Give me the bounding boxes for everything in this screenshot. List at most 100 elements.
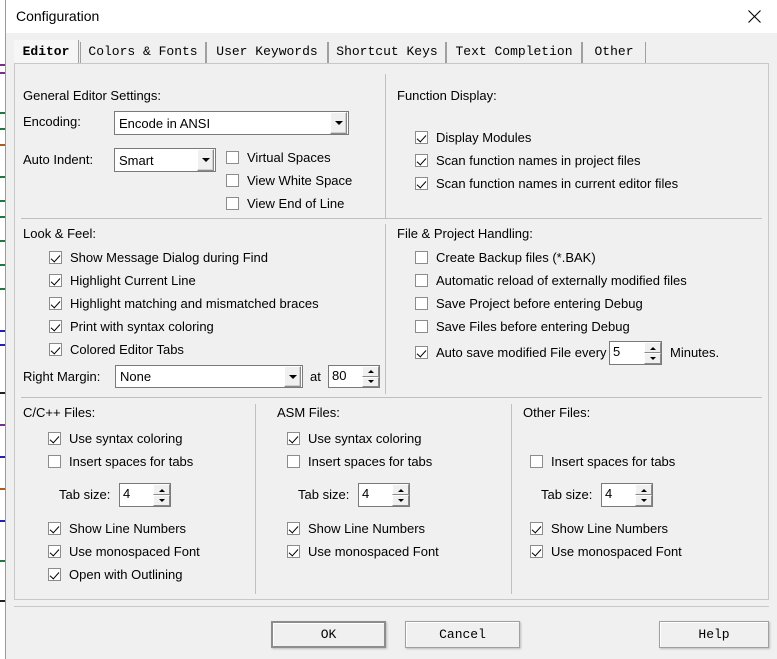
look-and-feel-title: Look & Feel: bbox=[23, 226, 96, 241]
auto-save-minutes-value: 5 bbox=[613, 344, 621, 359]
checkbox-asm-insert-spaces-for-tabs[interactable]: Insert spaces for tabs bbox=[287, 454, 432, 469]
checkbox-box bbox=[415, 251, 428, 264]
c-tab-size-spinner[interactable]: 4 bbox=[119, 483, 171, 507]
divider-vertical-mid bbox=[385, 224, 386, 394]
checkbox-c-open-with-outlining[interactable]: Open with Outlining bbox=[48, 567, 182, 582]
checkbox-save-files-before-debug[interactable]: Save Files before entering Debug bbox=[415, 319, 630, 334]
checkbox-label: Print with syntax coloring bbox=[70, 319, 214, 334]
checkbox-label: Colored Editor Tabs bbox=[70, 342, 184, 357]
checkbox-asm-use-monospaced-font[interactable]: Use monospaced Font bbox=[287, 544, 439, 559]
checkbox-label: Scan function names in current editor fi… bbox=[436, 176, 679, 191]
checkbox-asm-show-line-numbers[interactable]: Show Line Numbers bbox=[287, 521, 425, 536]
checkbox-box bbox=[48, 432, 61, 445]
spinner-up-icon[interactable] bbox=[644, 342, 661, 353]
right-margin-combobox[interactable]: None bbox=[115, 365, 303, 388]
checkbox-label: Scan function names in project files bbox=[436, 153, 641, 168]
checkbox-other-show-line-numbers[interactable]: Show Line Numbers bbox=[530, 521, 668, 536]
checkbox-save-project-before-debug[interactable]: Save Project before entering Debug bbox=[415, 296, 643, 311]
tab-user-keywords[interactable]: User Keywords bbox=[206, 42, 328, 64]
checkbox-label: Insert spaces for tabs bbox=[308, 454, 433, 469]
c-tab-size-value: 4 bbox=[123, 486, 131, 501]
checkbox-other-insert-spaces-for-tabs[interactable]: Insert spaces for tabs bbox=[530, 454, 675, 469]
checkbox-auto-save-modified-file[interactable]: Auto save modified File every bbox=[415, 345, 607, 360]
checkbox-box bbox=[226, 151, 239, 164]
auto-indent-combobox[interactable]: Smart bbox=[114, 148, 216, 172]
checkbox-highlight-current-line[interactable]: Highlight Current Line bbox=[49, 273, 196, 288]
right-margin-column-spinner[interactable]: 80 bbox=[328, 365, 380, 388]
checkbox-box bbox=[287, 545, 300, 558]
chevron-down-icon[interactable] bbox=[284, 366, 301, 387]
button-bar-separator bbox=[14, 606, 769, 607]
checkbox-label: Virtual Spaces bbox=[247, 150, 331, 165]
close-icon[interactable] bbox=[731, 0, 777, 33]
tab-text-completion[interactable]: Text Completion bbox=[446, 42, 582, 64]
checkbox-scan-project-files[interactable]: Scan function names in project files bbox=[415, 153, 641, 168]
auto-save-minutes-spinner[interactable]: 5 bbox=[609, 341, 662, 365]
c-cpp-files-title: C/C++ Files: bbox=[23, 405, 96, 420]
right-margin-at-label: at bbox=[310, 369, 321, 384]
tab-colors-fonts[interactable]: Colors & Fonts bbox=[80, 42, 206, 64]
checkbox-c-use-monospaced-font[interactable]: Use monospaced Font bbox=[48, 544, 200, 559]
editor-tab-page: General Editor Settings: Encoding: Encod… bbox=[14, 63, 769, 600]
checkbox-view-end-of-line[interactable]: View End of Line bbox=[226, 196, 344, 211]
checkbox-box bbox=[226, 174, 239, 187]
chevron-down-icon[interactable] bbox=[330, 112, 347, 134]
other-tab-size-label: Tab size: bbox=[541, 487, 593, 502]
checkbox-c-show-line-numbers[interactable]: Show Line Numbers bbox=[48, 521, 186, 536]
spinner-up-icon[interactable] bbox=[362, 366, 379, 377]
tab-shortcut-keys[interactable]: Shortcut Keys bbox=[328, 42, 446, 64]
checkbox-c-insert-spaces-for-tabs[interactable]: Insert spaces for tabs bbox=[48, 454, 193, 469]
spinner-up-icon[interactable] bbox=[635, 484, 652, 495]
spinner-down-icon[interactable] bbox=[635, 495, 652, 506]
checkbox-box bbox=[530, 522, 543, 535]
spinner-down-icon[interactable] bbox=[362, 376, 379, 387]
tab-editor[interactable]: Editor bbox=[14, 40, 79, 65]
checkbox-print-with-syntax-coloring[interactable]: Print with syntax coloring bbox=[49, 319, 214, 334]
checkbox-asm-use-syntax-coloring[interactable]: Use syntax coloring bbox=[287, 431, 421, 446]
asm-tab-size-label: Tab size: bbox=[298, 487, 350, 502]
checkbox-label: Automatic reload of externally modified … bbox=[436, 273, 687, 288]
tab-other[interactable]: Other bbox=[582, 42, 646, 64]
asm-files-title: ASM Files: bbox=[277, 405, 340, 420]
ok-button[interactable]: OK bbox=[271, 621, 386, 648]
spinner-up-icon[interactable] bbox=[153, 484, 170, 495]
checkbox-view-white-space[interactable]: View White Space bbox=[226, 173, 352, 188]
checkbox-label: Use syntax coloring bbox=[308, 431, 422, 446]
checkbox-highlight-braces[interactable]: Highlight matching and mismatched braces bbox=[49, 296, 319, 311]
other-tab-size-value: 4 bbox=[605, 486, 613, 501]
checkbox-other-use-monospaced-font[interactable]: Use monospaced Font bbox=[530, 544, 682, 559]
spinner-down-icon[interactable] bbox=[392, 495, 409, 506]
encoding-combobox[interactable]: Encode in ANSI bbox=[114, 111, 349, 135]
right-margin-label: Right Margin: bbox=[23, 369, 101, 384]
checkbox-box bbox=[415, 297, 428, 310]
checkbox-label: Highlight Current Line bbox=[70, 273, 196, 288]
checkbox-label: Create Backup files (*.BAK) bbox=[436, 250, 596, 265]
checkbox-box bbox=[48, 545, 61, 558]
checkbox-scan-current-editor-files[interactable]: Scan function names in current editor fi… bbox=[415, 176, 678, 191]
spinner-down-icon[interactable] bbox=[153, 495, 170, 506]
checkbox-box bbox=[530, 545, 543, 558]
other-tab-size-spinner[interactable]: 4 bbox=[601, 483, 653, 507]
spinner-up-icon[interactable] bbox=[392, 484, 409, 495]
checkbox-box bbox=[415, 154, 428, 167]
checkbox-label: Use syntax coloring bbox=[69, 431, 183, 446]
asm-tab-size-spinner[interactable]: 4 bbox=[358, 483, 410, 507]
help-button[interactable]: Help bbox=[659, 621, 769, 648]
checkbox-show-message-dialog-during-find[interactable]: Show Message Dialog during Find bbox=[49, 250, 268, 265]
chevron-down-icon[interactable] bbox=[197, 149, 214, 171]
checkbox-virtual-spaces[interactable]: Virtual Spaces bbox=[226, 150, 331, 165]
checkbox-box bbox=[49, 274, 62, 287]
divider-vertical-right bbox=[511, 404, 512, 594]
checkbox-label: Insert spaces for tabs bbox=[69, 454, 194, 469]
cancel-button[interactable]: Cancel bbox=[405, 621, 520, 648]
checkbox-create-backup-files[interactable]: Create Backup files (*.BAK) bbox=[415, 250, 596, 265]
asm-tab-size-value: 4 bbox=[362, 486, 370, 501]
checkbox-display-modules[interactable]: Display Modules bbox=[415, 130, 531, 145]
checkbox-box bbox=[226, 197, 239, 210]
encoding-label: Encoding: bbox=[23, 114, 81, 129]
checkbox-automatic-reload[interactable]: Automatic reload of externally modified … bbox=[415, 273, 687, 288]
c-tab-size-label: Tab size: bbox=[59, 487, 111, 502]
spinner-down-icon[interactable] bbox=[644, 353, 661, 364]
checkbox-colored-editor-tabs[interactable]: Colored Editor Tabs bbox=[49, 342, 184, 357]
checkbox-c-use-syntax-coloring[interactable]: Use syntax coloring bbox=[48, 431, 182, 446]
